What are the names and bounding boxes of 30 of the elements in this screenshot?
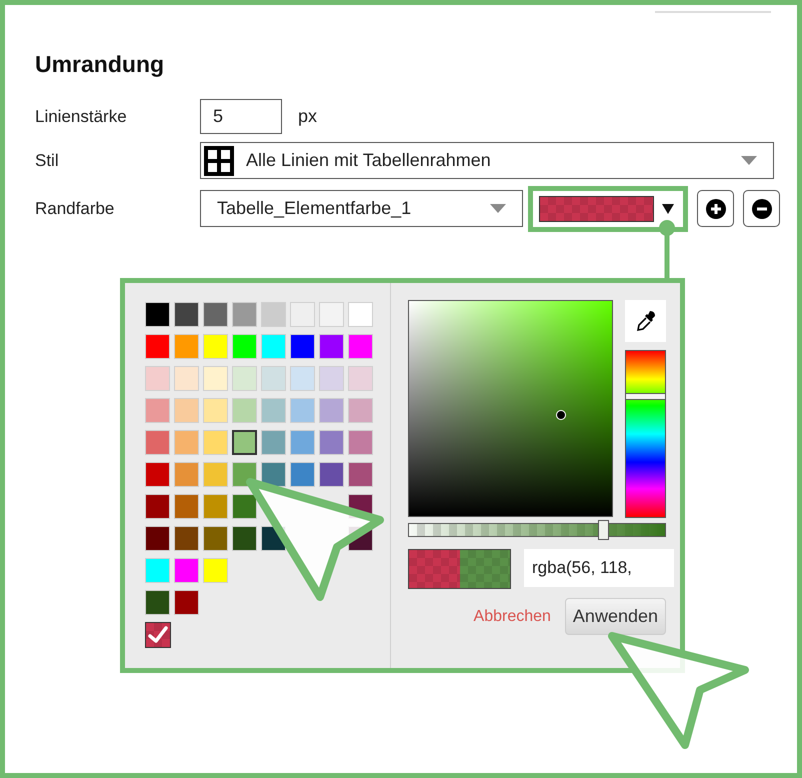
checkmark-icon bbox=[148, 626, 168, 644]
number-field[interactable]: 5 bbox=[200, 99, 282, 134]
color-swatch[interactable] bbox=[232, 430, 257, 455]
unit-label: px bbox=[298, 105, 318, 128]
style-select[interactable]: Alle Linien mit Tabellenrahmen bbox=[200, 142, 774, 179]
remove-button[interactable] bbox=[743, 190, 780, 227]
field-label: Linienstärke bbox=[35, 106, 128, 128]
apply-button[interactable]: Anwenden bbox=[564, 598, 666, 635]
plus-icon bbox=[706, 198, 726, 218]
color-dropdown-button[interactable] bbox=[528, 186, 688, 232]
caret-icon bbox=[490, 204, 506, 213]
saturation-brightness-area[interactable] bbox=[408, 300, 613, 517]
caret-icon bbox=[741, 156, 757, 165]
color-scheme-select[interactable]: Tabelle_Elementfarbe_1 bbox=[200, 190, 523, 227]
opacity-slider-handle[interactable] bbox=[598, 520, 608, 540]
minus-icon bbox=[752, 198, 772, 218]
color-value-field[interactable]: rgba(56, 118, bbox=[524, 549, 674, 587]
grid-icon bbox=[204, 146, 234, 176]
current-color-swatch[interactable] bbox=[145, 622, 171, 648]
opacity-slider[interactable] bbox=[408, 523, 666, 537]
eyedropper-icon bbox=[636, 310, 656, 332]
caret-icon bbox=[662, 204, 674, 214]
picker-handle[interactable] bbox=[556, 410, 566, 420]
eyedropper-button[interactable] bbox=[625, 300, 666, 342]
section-title: Umrandung bbox=[35, 50, 166, 79]
field-label: Randfarbe bbox=[35, 198, 116, 220]
field-label: Stil bbox=[35, 150, 60, 172]
add-button[interactable] bbox=[697, 190, 734, 227]
new-color-preview bbox=[460, 550, 510, 588]
old-color-preview bbox=[409, 550, 460, 588]
